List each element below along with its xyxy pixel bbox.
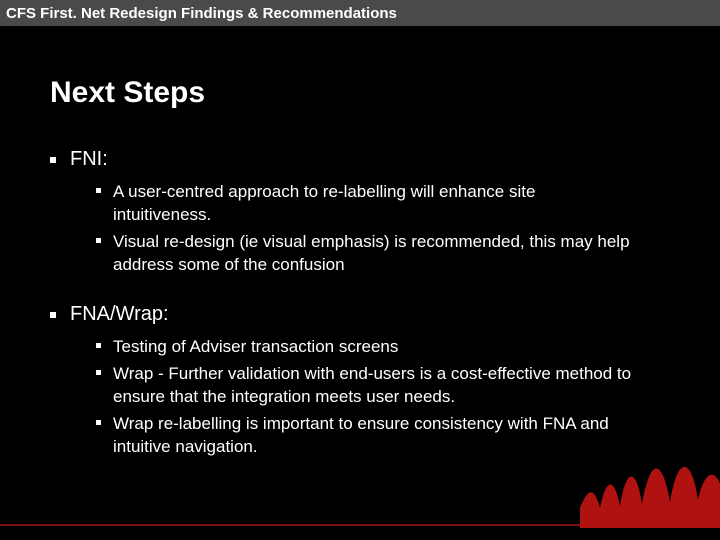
sub-bullet-list: A user-centred approach to re-labelling … <box>50 181 670 277</box>
header-title: CFS First. Net Redesign Findings & Recom… <box>6 5 397 22</box>
footer-divider <box>0 524 720 526</box>
sub-item-text: A user-centred approach to re-labelling … <box>113 181 633 227</box>
square-bullet-icon <box>50 312 56 318</box>
sub-item-text: Visual re-design (ie visual emphasis) is… <box>113 231 633 277</box>
slide-content: Next Steps FNI: A user-centred approach … <box>0 26 720 458</box>
bullet-list: FNI: A user-centred approach to re-label… <box>50 148 670 458</box>
list-item: FNA/Wrap: Testing of Adviser transaction… <box>50 303 670 459</box>
sub-item-text: Testing of Adviser transaction screens <box>113 336 398 359</box>
list-item: Wrap re-labelling is important to ensure… <box>96 413 670 459</box>
header-bar: CFS First. Net Redesign Findings & Recom… <box>0 0 720 26</box>
section-label: FNA/Wrap: <box>70 303 169 326</box>
list-item: A user-centred approach to re-labelling … <box>96 181 670 227</box>
square-bullet-icon <box>96 238 101 243</box>
sub-item-text: Wrap - Further validation with end-users… <box>113 363 633 409</box>
list-item: FNI: A user-centred approach to re-label… <box>50 148 670 277</box>
list-item: Visual re-design (ie visual emphasis) is… <box>96 231 670 277</box>
square-bullet-icon <box>96 420 101 425</box>
square-bullet-icon <box>96 188 101 193</box>
list-item: Testing of Adviser transaction screens <box>96 336 670 359</box>
list-item: Wrap - Further validation with end-users… <box>96 363 670 409</box>
slide-title: Next Steps <box>50 76 670 110</box>
section-label: FNI: <box>70 148 108 171</box>
square-bullet-icon <box>50 157 56 163</box>
square-bullet-icon <box>96 370 101 375</box>
square-bullet-icon <box>96 343 101 348</box>
sub-bullet-list: Testing of Adviser transaction screens W… <box>50 336 670 459</box>
sub-item-text: Wrap re-labelling is important to ensure… <box>113 413 633 459</box>
